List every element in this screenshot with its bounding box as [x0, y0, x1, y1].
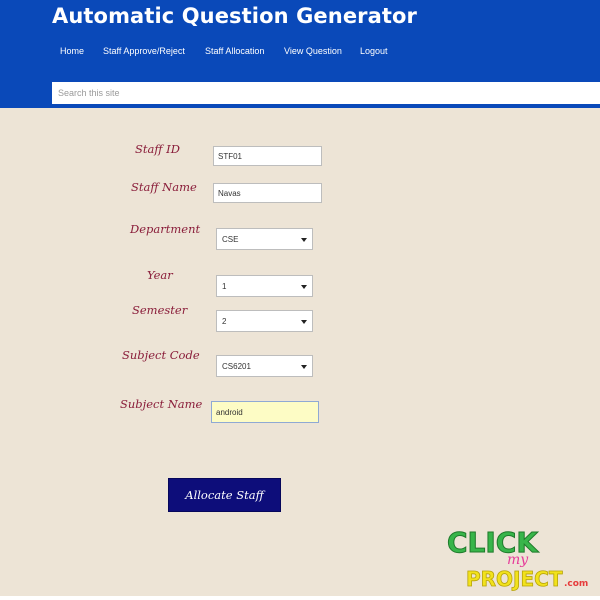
nav-view-question[interactable]: View Question [284, 46, 342, 56]
nav-staff-approve-reject[interactable]: Staff Approve/Reject [103, 46, 185, 56]
year-selected-value: 1 [222, 282, 227, 291]
search-bar [52, 82, 600, 104]
click-my-project-logo: CLICK my PROJECT .com [447, 526, 589, 592]
staff-name-field[interactable] [213, 183, 322, 203]
logo-text-my: my [507, 552, 529, 568]
year-label: Year [147, 268, 173, 282]
subject-code-label: Subject Code [122, 348, 200, 362]
chevron-down-icon [301, 365, 307, 369]
nav-staff-allocation[interactable]: Staff Allocation [205, 46, 264, 56]
staff-id-label: Staff ID [135, 142, 180, 156]
app-title: Automatic Question Generator [52, 4, 418, 28]
year-select[interactable]: 1 [216, 275, 313, 297]
nav-logout[interactable]: Logout [360, 46, 388, 56]
app-header: Automatic Question Generator Home Staff … [0, 0, 600, 108]
subject-code-select[interactable]: CS6201 [216, 355, 313, 377]
logo-text-suffix: .com [564, 579, 588, 589]
chevron-down-icon [301, 285, 307, 289]
semester-selected-value: 2 [222, 317, 227, 326]
footer-strip [0, 596, 600, 600]
logo-text-project: PROJECT [466, 567, 563, 591]
allocate-staff-button[interactable]: Allocate Staff [168, 478, 281, 512]
subject-name-field[interactable] [211, 401, 319, 423]
semester-select[interactable]: 2 [216, 310, 313, 332]
staff-id-field[interactable] [213, 146, 322, 166]
search-input[interactable] [58, 85, 578, 101]
staff-name-label: Staff Name [131, 180, 197, 194]
nav-home[interactable]: Home [60, 46, 84, 56]
department-label: Department [130, 222, 201, 236]
subject-code-selected-value: CS6201 [222, 362, 251, 371]
chevron-down-icon [301, 238, 307, 242]
department-select[interactable]: CSE [216, 228, 313, 250]
department-selected-value: CSE [222, 235, 239, 244]
chevron-down-icon [301, 320, 307, 324]
semester-label: Semester [132, 303, 188, 317]
subject-name-label: Subject Name [120, 397, 203, 411]
